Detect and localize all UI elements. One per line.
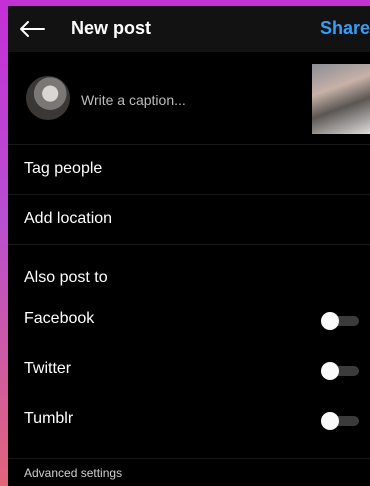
tumblr-label: Tumblr <box>24 410 74 427</box>
twitter-toggle[interactable] <box>321 362 359 380</box>
caption-section: Write a caption... <box>8 52 370 145</box>
post-thumbnail <box>312 64 370 134</box>
also-post-title: Also post to <box>24 269 108 286</box>
new-post-screen: New post Share Write a caption... Tag pe… <box>8 6 370 486</box>
add-location-label: Add location <box>24 210 113 227</box>
share-row-facebook: Facebook <box>8 298 370 342</box>
toggle-knob <box>321 362 339 380</box>
tumblr-toggle[interactable] <box>321 412 359 430</box>
divider <box>8 458 370 459</box>
tag-people-row[interactable]: Tag people <box>8 144 370 195</box>
facebook-toggle[interactable] <box>321 312 359 330</box>
back-arrow-icon[interactable] <box>18 20 46 38</box>
toggle-knob <box>321 312 339 330</box>
add-location-row[interactable]: Add location <box>8 194 370 245</box>
caption-input[interactable]: Write a caption... <box>81 92 186 108</box>
advanced-settings-link[interactable]: Advanced settings <box>24 466 122 480</box>
tag-people-label: Tag people <box>24 160 103 177</box>
share-button[interactable]: Share <box>320 18 370 39</box>
facebook-label: Facebook <box>24 310 95 327</box>
page-title: New post <box>71 18 152 38</box>
share-row-tumblr: Tumblr <box>8 398 370 442</box>
share-row-twitter: Twitter <box>8 348 370 392</box>
top-bar: New post Share <box>8 6 370 52</box>
toggle-knob <box>321 412 339 430</box>
avatar <box>26 76 70 120</box>
twitter-label: Twitter <box>24 360 72 377</box>
